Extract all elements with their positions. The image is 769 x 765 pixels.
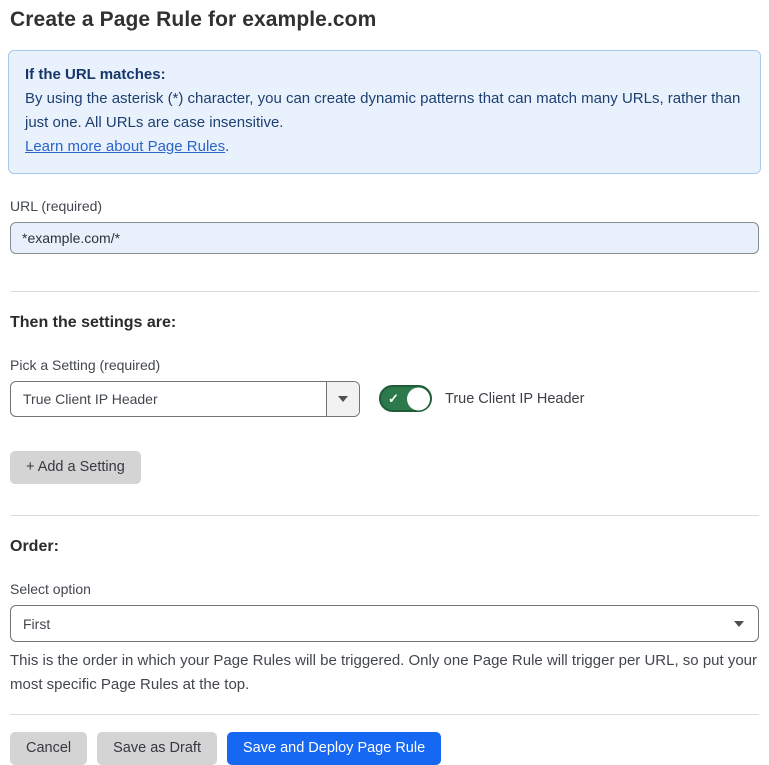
divider (10, 515, 759, 516)
info-box-heading: If the URL matches: (25, 63, 744, 87)
setting-picker-arrow-button[interactable] (326, 382, 359, 416)
page-title: Create a Page Rule for example.com (10, 8, 759, 32)
order-select-label: Select option (10, 581, 759, 597)
check-icon: ✓ (388, 392, 399, 405)
divider (10, 291, 759, 292)
cancel-button[interactable]: Cancel (10, 732, 87, 765)
chevron-down-icon (338, 396, 348, 402)
setting-row: True Client IP Header ✓ True Client IP H… (10, 381, 759, 417)
info-box-body: By using the asterisk (*) character, you… (25, 87, 744, 135)
setting-picker-value: True Client IP Header (11, 382, 326, 416)
chevron-down-icon (734, 621, 744, 627)
url-field-label: URL (required) (10, 198, 759, 214)
link-suffix: . (225, 138, 229, 155)
add-setting-button[interactable]: + Add a Setting (10, 451, 141, 484)
setting-picker-label: Pick a Setting (required) (10, 357, 759, 373)
save-and-deploy-button[interactable]: Save and Deploy Page Rule (227, 732, 441, 765)
save-as-draft-button[interactable]: Save as Draft (97, 732, 217, 765)
setting-picker-select[interactable]: True Client IP Header (10, 381, 360, 417)
url-input[interactable] (10, 222, 759, 254)
order-help-text: This is the order in which your Page Rul… (10, 649, 759, 697)
footer-actions: Cancel Save as Draft Save and Deploy Pag… (10, 732, 759, 765)
toggle-wrap: ✓ True Client IP Header (379, 385, 584, 412)
toggle-label: True Client IP Header (445, 391, 584, 407)
url-match-info-box: If the URL matches: By using the asteris… (8, 50, 761, 174)
order-select-value: First (23, 616, 50, 632)
order-section-heading: Order: (10, 538, 759, 556)
learn-more-link[interactable]: Learn more about Page Rules (25, 138, 225, 155)
toggle-knob (407, 387, 430, 410)
info-box-link-line: Learn more about Page Rules. (25, 135, 744, 159)
divider (10, 714, 759, 715)
settings-section-heading: Then the settings are: (10, 314, 759, 332)
true-client-ip-toggle[interactable]: ✓ (379, 385, 432, 412)
order-select[interactable]: First (10, 605, 759, 642)
